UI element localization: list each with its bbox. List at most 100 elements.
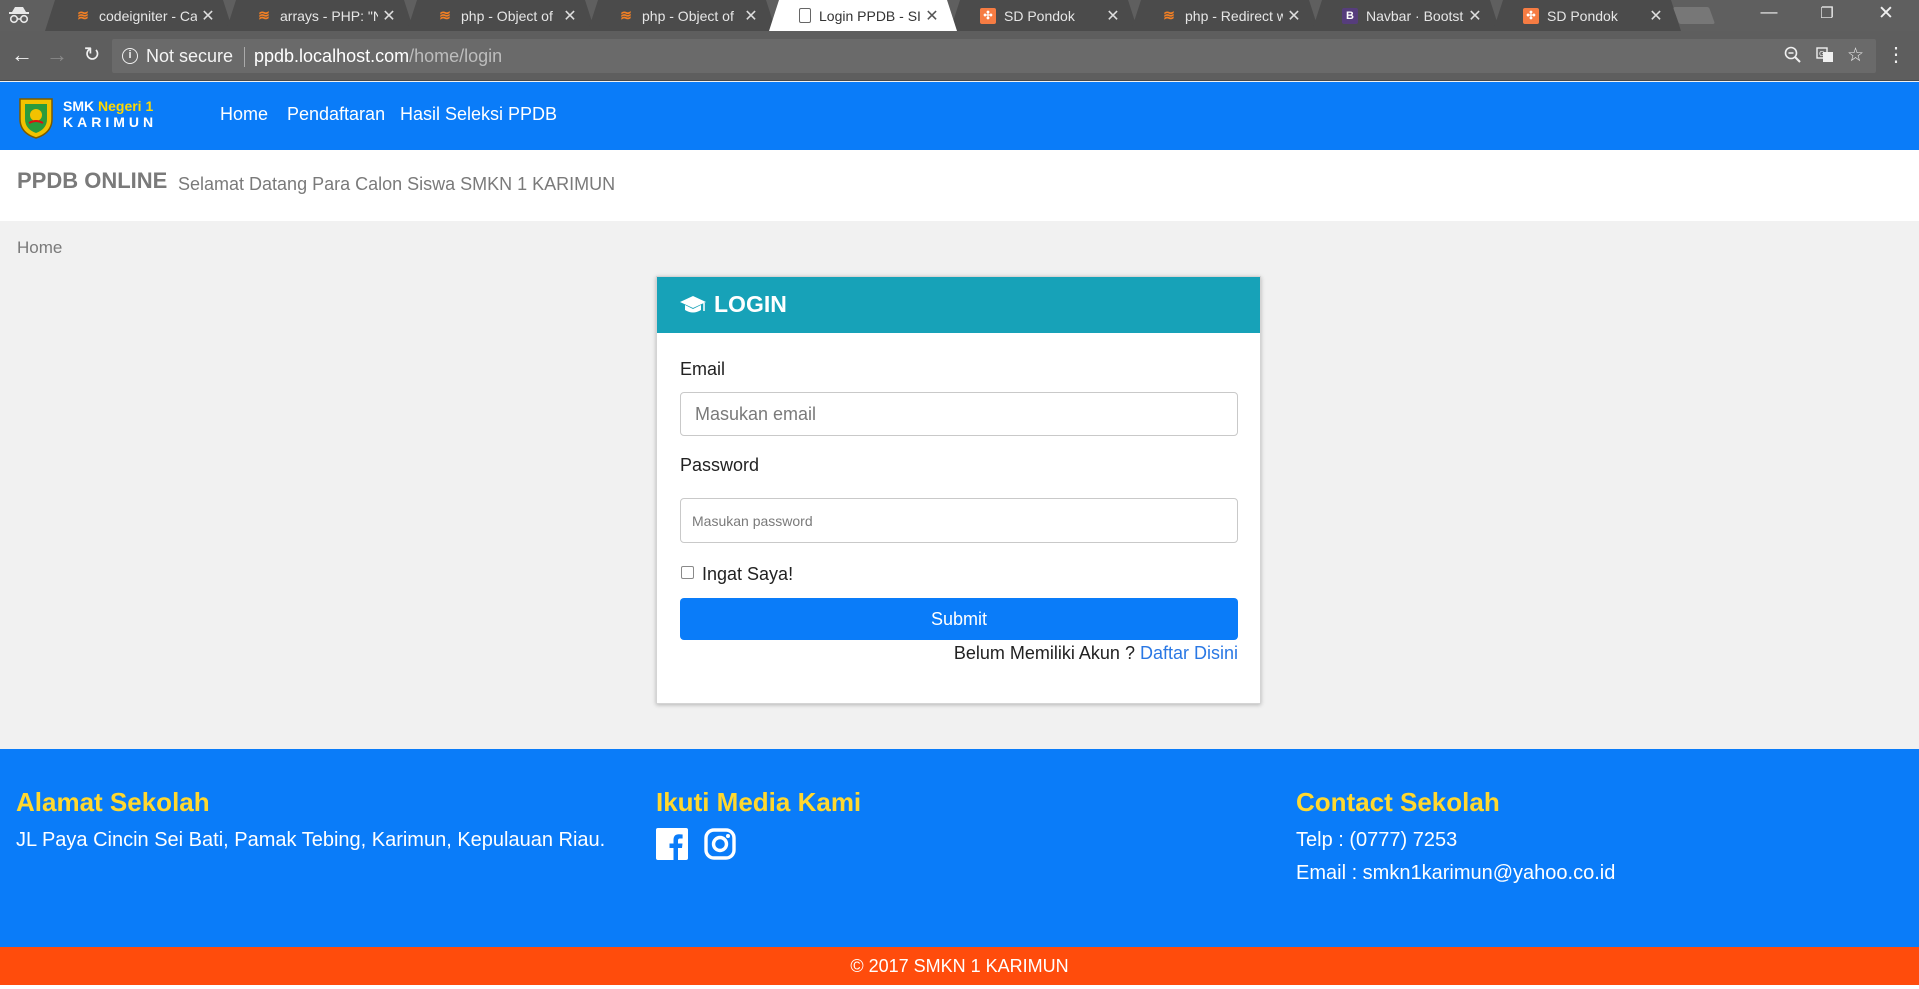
browser-tab-active[interactable]: Login PPDB - SI ✕ [769,0,957,31]
page-bottom-strip [0,985,1919,989]
close-tab-icon[interactable]: ✕ [1645,6,1667,26]
zoom-icon[interactable] [1784,46,1802,69]
tab-title: Login PPDB - SI [819,7,921,24]
translate-icon[interactable]: G [1816,46,1834,69]
address-heading: Alamat Sekolah [16,787,210,817]
nav-pendaftaran[interactable]: Pendaftaran [287,104,385,125]
page-header: PPDB ONLINE Selamat Datang Para Calon Si… [0,150,1919,221]
security-label: Not secure [146,46,234,66]
browser-tabstrip: ≋ codeigniter - Ca ✕ ≋ arrays - PHP: "N … [0,0,1919,31]
contact-heading: Contact Sekolah [1296,787,1500,817]
register-link[interactable]: Daftar Disini [1140,643,1238,663]
bookmark-star-icon[interactable]: ☆ [1847,44,1864,67]
site-footer: Alamat Sekolah JL Paya Cincin Sei Bati, … [0,749,1919,947]
brand-line1[interactable]: SMK Negeri 1 [63,98,153,114]
email-label: Email [680,359,726,379]
contact-phone: Telp : (0777) 7253 [1296,829,1458,851]
nav-hasil-seleksi[interactable]: Hasil Seleksi PPDB [400,104,557,125]
login-title: LOGIN [714,291,787,317]
browser-tab[interactable]: ≋ php - Redirect w ✕ [1131,0,1319,31]
tab-title: php - Object of [642,7,734,24]
tab-title: arrays - PHP: "N [280,7,378,24]
browser-tab[interactable]: ≋ php - Object of ✕ [588,0,776,31]
xampp-icon: ✣ [1523,7,1539,24]
page-title: PPDB ONLINE [17,168,168,193]
breadcrumb[interactable]: Home [17,238,62,258]
copyright-text: © 2017 SMKN 1 KARIMUN [850,955,1069,976]
brand-line2[interactable]: KARIMUN [63,114,157,130]
tab-title: codeigniter - Ca [99,7,197,24]
stackoverflow-icon: ≋ [258,7,270,23]
school-logo-icon[interactable] [17,95,55,139]
close-tab-icon[interactable]: ✕ [559,6,581,26]
browser-tab[interactable]: ≋ arrays - PHP: "N ✕ [226,0,414,31]
info-icon[interactable]: i [122,48,138,64]
submit-button[interactable]: Submit [680,598,1238,640]
stackoverflow-icon: ≋ [1163,7,1175,23]
browser-tab[interactable]: B Navbar · Bootstr ✕ [1312,0,1500,31]
contact-email: Email : smkn1karimun@yahoo.co.id [1296,862,1616,884]
reload-icon[interactable]: ↻ [78,42,106,68]
brand-smk: SMK [63,98,98,114]
close-tab-icon[interactable]: ✕ [740,6,762,26]
xampp-icon: ✣ [980,7,996,24]
menu-kebab-icon[interactable]: ⋮ [1882,42,1910,68]
address-bar[interactable]: i Not secure ppdb.localhost.com/home/log… [112,39,1876,73]
stackoverflow-icon: ≋ [77,7,89,23]
url-host: ppdb.localhost.com [254,46,410,66]
incognito-icon [8,6,32,24]
password-label: Password [680,455,760,475]
site-navbar: SMK Negeri 1 KARIMUN Home Pendaftaran Ha… [0,82,1919,150]
tab-title: Navbar · Bootstr [1366,7,1464,24]
close-tab-icon[interactable]: ✕ [1464,6,1486,26]
stackoverflow-icon: ≋ [439,7,451,23]
browser-toolbar: ← → ↻ i Not secure ppdb.localhost.com/ho… [0,31,1919,81]
copyright-bar: © 2017 SMKN 1 KARIMUN [0,947,1919,985]
browser-tab[interactable]: ≋ codeigniter - Ca ✕ [45,0,233,31]
login-card-header: LOGIN [657,277,1260,333]
browser-tab[interactable]: ≋ php - Object of ✕ [407,0,595,31]
browser-tab[interactable]: ✣ SD Pondok ✕ [950,0,1138,31]
tab-title: SD Pondok [1004,7,1075,24]
password-field[interactable]: Masukan password [680,498,1238,543]
bootstrap-icon: B [1342,7,1358,24]
password-placeholder: Masukan password [692,512,813,529]
tab-title: php - Object of [461,7,553,24]
register-prompt: Belum Memiliki Akun ? Daftar Disini [954,643,1238,664]
remember-checkbox[interactable] [681,566,694,579]
url-path: /home/login [409,46,503,66]
new-tab-button[interactable] [1672,7,1716,24]
browser-tab[interactable]: ✣ SD Pondok ✕ [1493,0,1681,31]
email-field[interactable]: Masukan email [680,392,1238,436]
email-placeholder: Masukan email [695,403,817,424]
back-arrow-icon[interactable]: ← [8,42,36,68]
close-window-icon[interactable]: ✕ [1863,2,1909,25]
close-tab-icon[interactable]: ✕ [1102,6,1124,26]
close-tab-icon[interactable]: ✕ [197,6,219,26]
close-tab-icon[interactable]: ✕ [921,6,943,26]
address-divider [244,47,245,67]
forward-arrow-icon[interactable]: → [43,42,71,68]
media-heading: Ikuti Media Kami [656,787,862,817]
facebook-icon[interactable] [656,828,688,860]
address-text: JL Paya Cincin Sei Bati, Pamak Tebing, K… [16,829,606,851]
submit-label: Submit [930,608,988,629]
minimize-icon[interactable]: — [1746,2,1792,22]
register-prompt-text: Belum Memiliki Akun ? [953,643,1140,663]
stackoverflow-icon: ≋ [620,7,632,23]
document-icon [799,8,811,23]
nav-home[interactable]: Home [220,104,268,125]
tab-title: SD Pondok [1547,7,1618,24]
login-card: LOGIN Email Masukan email Password Masuk… [656,276,1261,704]
restore-icon[interactable]: ❐ [1804,4,1850,22]
graduation-cap-icon [679,294,707,316]
close-tab-icon[interactable]: ✕ [378,6,400,26]
close-tab-icon[interactable]: ✕ [1283,6,1305,26]
instagram-icon[interactable] [704,828,736,860]
brand-negeri: Negeri 1 [98,98,154,114]
svg-text:G: G [1819,50,1824,58]
remember-label[interactable]: Ingat Saya! [702,564,793,585]
tab-title: php - Redirect w [1185,7,1283,24]
url-text[interactable]: ppdb.localhost.com/home/login [254,46,502,67]
page-subtitle: Selamat Datang Para Calon Siswa SMKN 1 K… [178,174,616,194]
